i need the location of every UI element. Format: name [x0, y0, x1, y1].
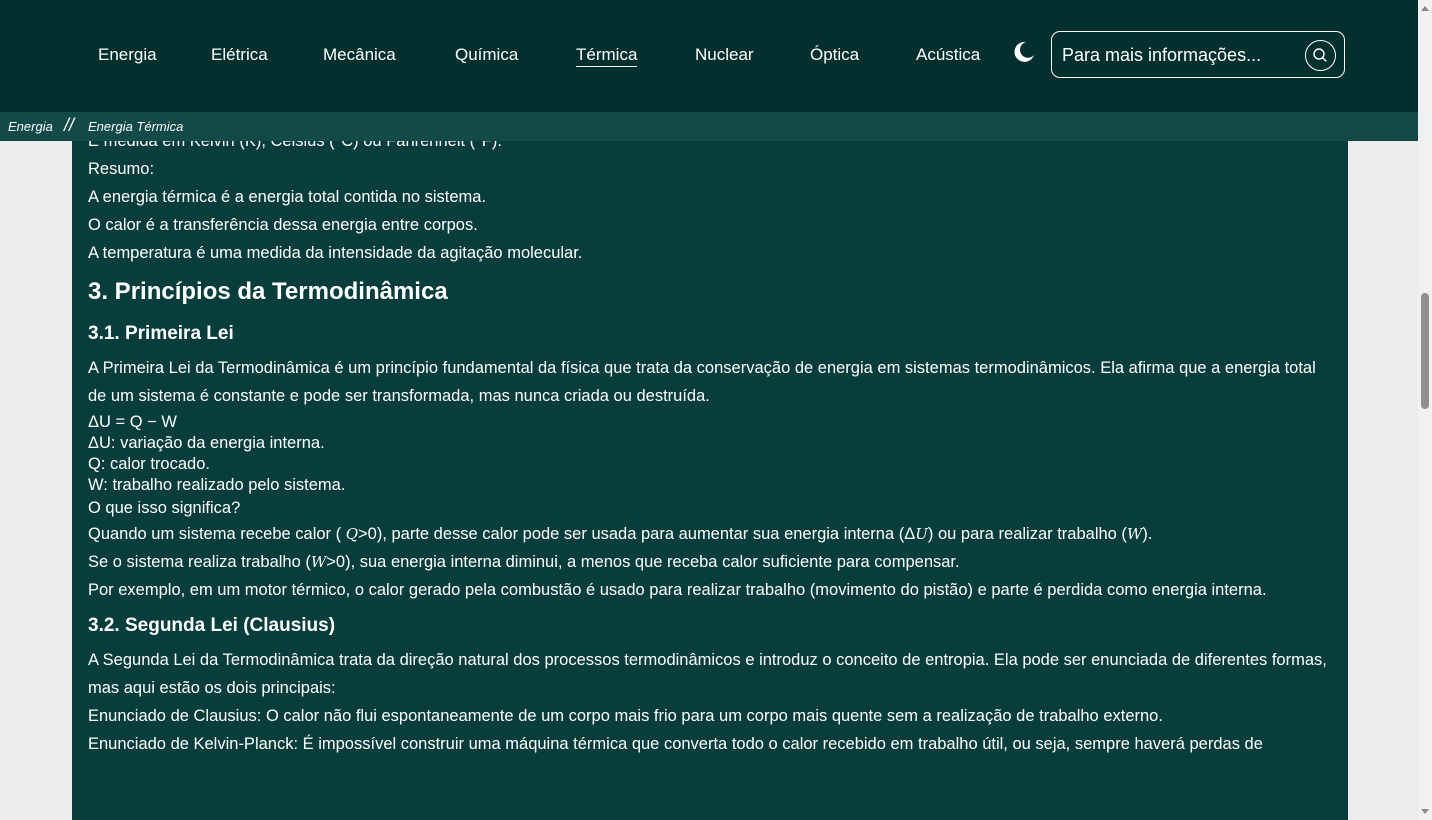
nav-item-energia[interactable]: Energia	[98, 45, 157, 65]
nav-item-eletrica[interactable]: Elétrica	[211, 45, 268, 65]
first-law-paragraph: A Primeira Lei da Termodinâmica é um pri…	[88, 359, 1316, 405]
second-law-paragraph: A Segunda Lei da Termodinâmica trata da …	[88, 651, 1327, 697]
scrollbar-thumb[interactable]	[1421, 293, 1429, 409]
definition-line: W: trabalho realizado pelo sistema.	[88, 476, 346, 494]
kelvin-planck-statement: Enunciado de Kelvin-Planck: É impossível…	[88, 735, 1263, 753]
article-content: É medida em Kelvin (K), Celsius (°C) ou …	[72, 141, 1348, 820]
breadcrumb-separator: //	[64, 115, 75, 135]
explanation-line-2: Se o sistema realiza trabalho (W>0), sua…	[88, 548, 1338, 576]
math-var: W	[310, 553, 327, 571]
second-law-title: 3.2. Segunda Lei (Clausius)	[88, 615, 336, 636]
definition-line: Q: calor trocado.	[88, 455, 210, 473]
first-law-equation: ΔU = Q − W	[88, 413, 177, 431]
definition-line: ΔU: variação da energia interna.	[88, 434, 325, 452]
breadcrumb: Energia // Energia Térmica	[0, 112, 1418, 141]
scroll-down-arrow-icon[interactable]	[1421, 809, 1429, 814]
search-button[interactable]	[1305, 40, 1336, 71]
intro-line: O calor é a transferência dessa energia …	[88, 216, 478, 234]
nav-item-termica[interactable]: Térmica	[576, 45, 638, 67]
intro-line: A temperatura é uma medida da intensidad…	[88, 244, 583, 262]
math-var: Q	[345, 525, 359, 543]
article-body: É medida em Kelvin (K), Celsius (°C) ou …	[88, 141, 1338, 758]
text-part: ).	[1142, 525, 1153, 543]
nav-item-quimica[interactable]: Química	[455, 45, 518, 65]
nav-item-mecanica[interactable]: Mecânica	[323, 45, 396, 65]
nav-item-acustica[interactable]: Acústica	[916, 45, 980, 65]
breadcrumb-root[interactable]: Energia	[8, 119, 53, 134]
text-part: >0), parte desse calor pode ser usada pa…	[358, 525, 916, 543]
text-part: >0), sua energia interna diminui, a meno…	[326, 553, 960, 571]
intro-line: É medida em Kelvin (K), Celsius (°C) ou …	[88, 141, 502, 150]
page-scrollbar[interactable]	[1418, 0, 1432, 820]
search-box	[1051, 31, 1345, 78]
text-part: Quando um sistema recebe calor (	[88, 525, 346, 543]
intro-line: Resumo:	[88, 160, 155, 178]
nav-item-nuclear[interactable]: Nuclear	[695, 45, 754, 65]
text-part: Se o sistema realiza trabalho (	[88, 553, 311, 571]
explanation-line-1: Quando um sistema recebe calor ( Q>0), p…	[88, 520, 1338, 548]
scroll-up-arrow-icon[interactable]	[1421, 6, 1429, 11]
moon-icon[interactable]	[1012, 40, 1036, 64]
intro-line: A energia térmica é a energia total cont…	[88, 188, 487, 206]
text-part: ) ou para realizar trabalho (	[927, 525, 1127, 543]
search-input[interactable]	[1060, 41, 1302, 69]
section-title: 3. Princípios da Termodinâmica	[88, 278, 448, 305]
nav-item-optica[interactable]: Óptica	[810, 45, 859, 65]
search-icon	[1313, 48, 1327, 62]
first-law-title: 3.1. Primeira Lei	[88, 323, 234, 344]
breadcrumb-current: Energia Térmica	[88, 119, 184, 134]
math-var: U	[915, 525, 928, 543]
clausius-statement: Enunciado de Clausius: O calor não flui …	[88, 707, 1163, 725]
example-paragraph: Por exemplo, em um motor térmico, o calo…	[88, 581, 1267, 599]
math-var: W	[1126, 525, 1143, 543]
question-line: O que isso significa?	[88, 499, 241, 517]
top-navbar: Energia Elétrica Mecânica Química Térmic…	[0, 0, 1418, 112]
